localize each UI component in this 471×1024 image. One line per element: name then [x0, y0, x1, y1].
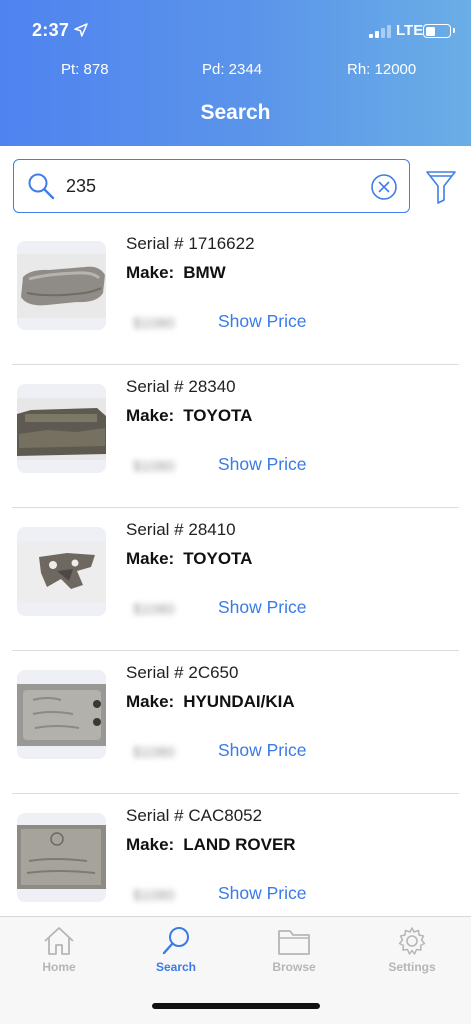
show-price-button[interactable]: Show Price — [218, 311, 307, 332]
price-blurred: $1080 — [133, 315, 175, 332]
clear-circle-x-icon[interactable] — [370, 173, 398, 201]
location-arrow-icon — [74, 23, 88, 37]
show-price-button[interactable]: Show Price — [218, 454, 307, 475]
tab-label: Settings — [388, 960, 436, 974]
page-title: Search — [200, 101, 271, 124]
make-line: Make: BMW — [126, 263, 226, 283]
tab-label: Home — [42, 960, 76, 974]
stat-pt: Pt: 878 — [61, 61, 109, 78]
status-time: 2:37 — [32, 20, 70, 40]
make-label: Make: — [126, 406, 175, 425]
battery-icon — [423, 24, 455, 38]
tab-home[interactable]: Home — [9, 925, 109, 985]
list-item[interactable]: Serial # 1716622 Make: BMW $1080 Show Pri… — [0, 222, 471, 365]
price-blurred: $1080 — [133, 744, 175, 761]
part-thumbnail — [17, 670, 106, 759]
results-list: Serial # 1716622 Make: BMW $1080 Show Pri… — [0, 222, 471, 937]
make-line: Make: TOYOTA — [126, 549, 252, 569]
serial-number: Serial # CAC8052 — [126, 806, 263, 825]
make-value: BMW — [183, 263, 226, 282]
price-blurred: $1080 — [133, 458, 175, 475]
make-value: LAND ROVER — [183, 835, 296, 854]
make-value: TOYOTA — [183, 549, 253, 568]
serial-number: Serial # 1716622 — [126, 234, 255, 253]
search-input[interactable] — [66, 172, 366, 200]
make-value: TOYOTA — [183, 406, 253, 425]
tab-browse[interactable]: Browse — [244, 925, 344, 985]
search-icon — [28, 173, 55, 200]
part-thumbnail — [17, 384, 106, 473]
stat-pd: Pd: 2344 — [202, 61, 263, 78]
show-price-button[interactable]: Show Price — [218, 740, 307, 761]
show-price-button[interactable]: Show Price — [218, 597, 307, 618]
header: 2:37 LTE Pt: 878 Pd: 2344 Rh: 12000 Sear… — [0, 0, 471, 146]
part-thumbnail — [17, 241, 106, 330]
part-thumbnail — [17, 527, 106, 616]
make-label: Make: — [126, 549, 175, 568]
search-icon — [162, 927, 189, 955]
make-line: Make: LAND ROVER — [126, 835, 296, 855]
make-line: Make: HYUNDAI/KIA — [126, 692, 295, 712]
home-indicator — [152, 1003, 320, 1009]
stat-rh: Rh: 12000 — [347, 61, 417, 78]
search-box[interactable] — [13, 159, 410, 213]
list-item[interactable]: Serial # 2C650 Make: HYUNDAI/KIA $1080 Sh… — [0, 651, 471, 794]
tab-search[interactable]: Search — [126, 925, 226, 985]
show-price-button[interactable]: Show Price — [218, 883, 307, 904]
tab-settings[interactable]: Settings — [362, 925, 462, 985]
home-icon — [44, 927, 74, 955]
signal-bars-icon — [369, 24, 393, 38]
gear-icon — [398, 927, 426, 955]
serial-number: Serial # 28410 — [126, 520, 236, 539]
tab-label: Browse — [272, 960, 316, 974]
stats-row: Pt: 878 Pd: 2344 Rh: 12000 — [0, 61, 471, 81]
part-thumbnail — [17, 813, 106, 902]
price-blurred: $1080 — [133, 601, 175, 618]
folder-icon — [278, 930, 310, 955]
network-type: LTE — [396, 22, 424, 39]
list-item[interactable]: Serial # 28340 Make: TOYOTA $1080 Show Pr… — [0, 365, 471, 508]
serial-number: Serial # 28340 — [126, 377, 236, 396]
price-blurred: $1080 — [133, 887, 175, 904]
serial-number: Serial # 2C650 — [126, 663, 239, 682]
make-line: Make: TOYOTA — [126, 406, 252, 426]
list-item[interactable]: Serial # 28410 Make: TOYOTA $1080 Show Pr… — [0, 508, 471, 651]
filter-funnel-icon[interactable] — [425, 169, 457, 205]
make-label: Make: — [126, 835, 175, 854]
make-label: Make: — [126, 263, 175, 282]
make-label: Make: — [126, 692, 175, 711]
make-value: HYUNDAI/KIA — [183, 692, 295, 711]
tab-label: Search — [155, 960, 197, 974]
status-bar: 2:37 LTE — [0, 18, 471, 44]
